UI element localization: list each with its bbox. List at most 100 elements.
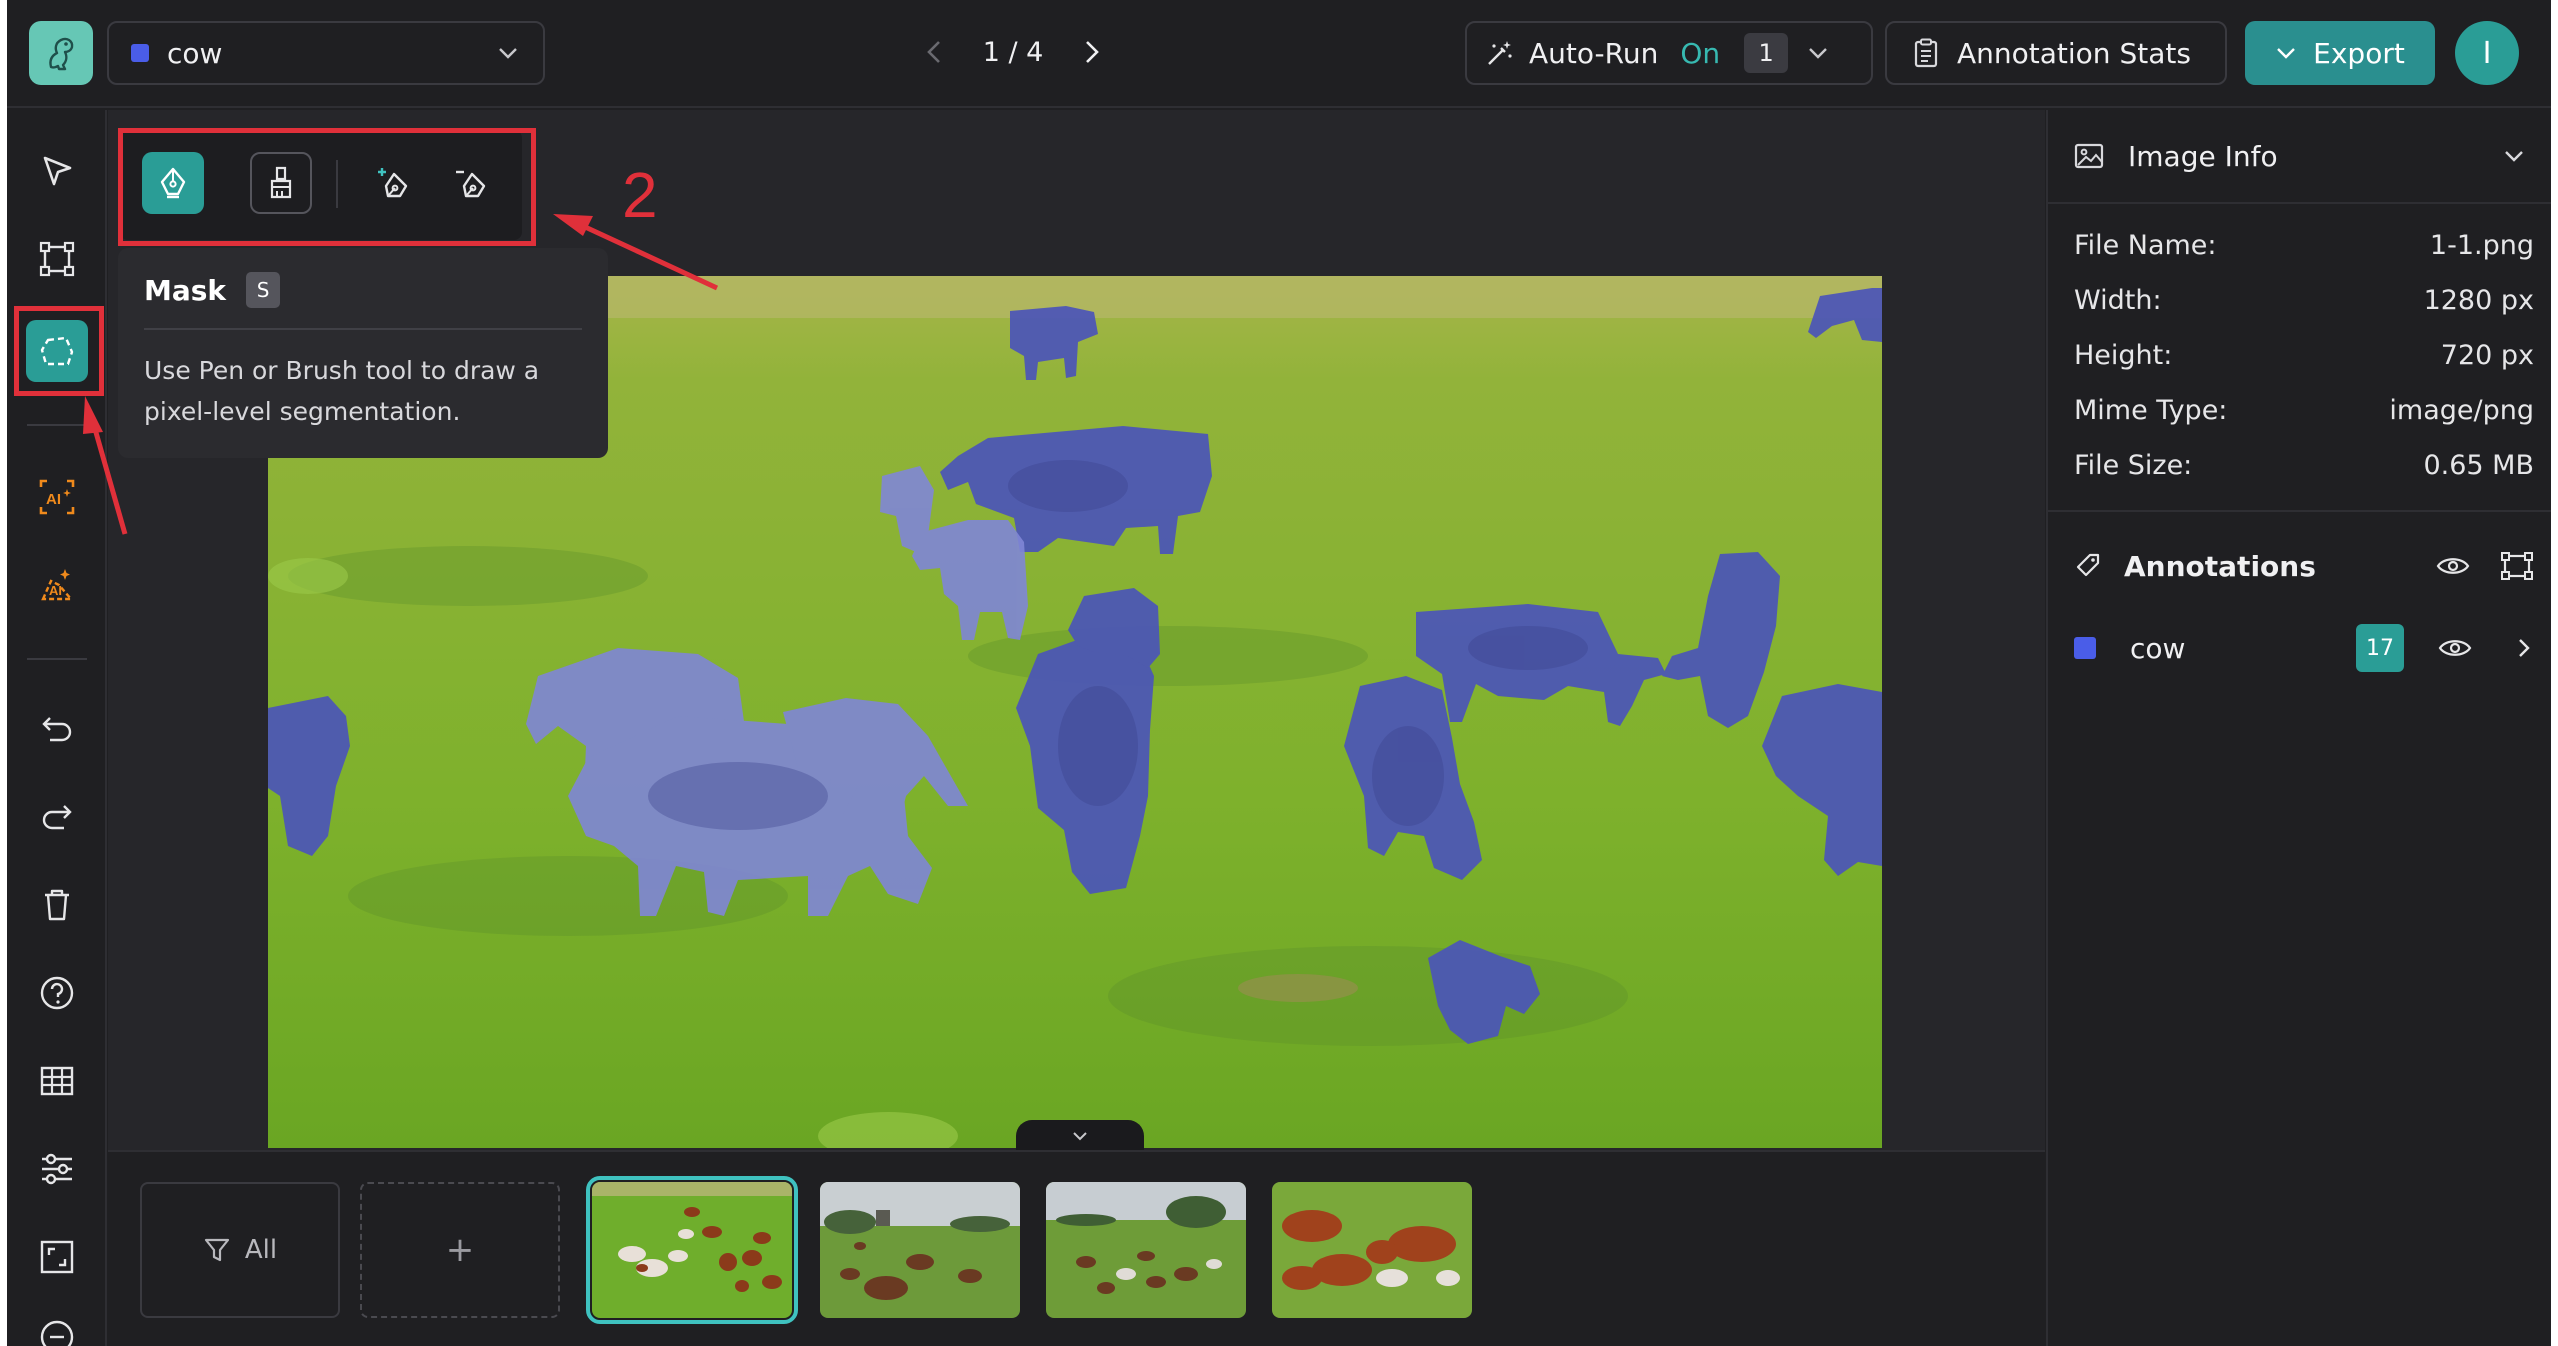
chevron-down-icon (2277, 48, 2296, 59)
next-image-button[interactable] (1063, 24, 1119, 80)
annotation-class-row[interactable]: cow 17 (2074, 618, 2534, 678)
ai-segment-tool-button[interactable]: AI (26, 554, 88, 616)
thumbnail-image (1272, 1182, 1472, 1318)
callout-box-mask-toolbar (118, 128, 536, 246)
chevron-down-icon (2505, 151, 2523, 162)
svg-text:AI: AI (46, 491, 61, 508)
toolbar-divider (27, 424, 87, 426)
delete-button[interactable] (26, 874, 88, 936)
thumbnail-1[interactable] (586, 1176, 798, 1324)
zoom-out-button[interactable] (26, 1306, 88, 1346)
thumbnail-2[interactable] (820, 1182, 1020, 1318)
tooltip-header: Mask S (144, 272, 582, 308)
help-button[interactable] (26, 962, 88, 1024)
settings-sliders-button[interactable] (26, 1138, 88, 1200)
bounding-box-icon (39, 241, 75, 277)
image-info-header[interactable]: Image Info (2048, 110, 2551, 204)
bounding-box-tool-button[interactable] (26, 228, 88, 290)
ai-box-tool-button[interactable]: AI (26, 466, 88, 528)
filter-all-button[interactable]: All (140, 1182, 340, 1318)
filmstrip-collapse-toggle[interactable] (1016, 1120, 1144, 1152)
tooltip-description: Use Pen or Brush tool to draw a pixel-le… (144, 356, 540, 426)
info-label: Width: (2074, 285, 2162, 316)
filter-icon (204, 1238, 229, 1262)
annotation-canvas[interactable]: Mask S Use Pen or Brush tool to draw a p… (108, 110, 2045, 1152)
magic-wand-icon (1488, 41, 1512, 65)
info-label: File Name: (2074, 230, 2217, 261)
thumbnail-image (820, 1182, 1020, 1318)
zoom-out-icon (40, 1320, 74, 1346)
bounding-box-icon[interactable] (2500, 551, 2534, 581)
eye-icon[interactable] (2438, 635, 2472, 661)
user-avatar[interactable]: I (2455, 21, 2519, 85)
chevron-right-icon[interactable] (2514, 635, 2534, 661)
class-selector[interactable]: cow (107, 21, 545, 85)
info-row-height: Height: 720 px (2074, 340, 2534, 380)
toolbar-divider (27, 658, 87, 660)
thumbnail-image (1046, 1182, 1246, 1318)
ai-box-icon: AI (39, 479, 75, 515)
tooltip-title: Mask (144, 273, 227, 307)
info-row-width: Width: 1280 px (2074, 285, 2534, 325)
redo-icon (42, 805, 72, 830)
filter-all-label: All (244, 1235, 278, 1265)
auto-run-label: Auto-Run (1529, 36, 1659, 70)
chevron-right-icon (1086, 41, 1099, 63)
info-value: 1280 px (2423, 285, 2534, 316)
chevron-left-icon (927, 41, 940, 63)
undo-icon (42, 717, 72, 742)
tool-sidebar: AI AI (7, 110, 157, 1346)
redo-button[interactable] (26, 786, 88, 848)
fit-screen-button[interactable] (26, 1226, 88, 1288)
chevron-down-icon[interactable] (1806, 41, 1830, 65)
thumbnail-3[interactable] (1046, 1182, 1246, 1318)
callout-number-2: 2 (622, 159, 658, 231)
app-logo[interactable] (29, 21, 93, 85)
thumbnail-image (592, 1182, 792, 1318)
tag-icon (2076, 553, 2100, 577)
mask-tool-button[interactable] (26, 320, 88, 382)
pointer-icon (43, 156, 72, 186)
trash-icon (45, 889, 69, 921)
dinosaur-logo-icon (49, 37, 74, 71)
undo-button[interactable] (26, 698, 88, 760)
shortcut-key-badge: S (246, 272, 281, 308)
auto-run-count: 1 (1744, 33, 1789, 73)
annotation-class-name: cow (2130, 631, 2186, 665)
annotation-count-badge: 17 (2356, 624, 2404, 672)
chevron-down-icon (499, 48, 517, 59)
mask-icon (40, 336, 74, 366)
ai-sparkle-icon: AI (41, 569, 74, 601)
image-info-title: Image Info (2128, 139, 2278, 173)
annotation-stats-label: Annotation Stats (1957, 36, 2191, 70)
grid-view-button[interactable] (26, 1050, 88, 1112)
chevron-down-icon (1073, 1132, 1087, 1141)
info-value: 720 px (2440, 340, 2534, 371)
top-bar: cow 1 / 4 Auto-Run On 1 Annotation Stats… (7, 0, 2551, 108)
info-label: File Size: (2074, 450, 2193, 481)
grid-icon (40, 1066, 74, 1096)
export-button[interactable]: Export (2245, 21, 2435, 85)
class-selector-label: cow (167, 36, 223, 70)
class-color-swatch (131, 44, 149, 62)
info-value: 1-1.png (2429, 230, 2534, 261)
clipboard-icon (1914, 38, 1938, 68)
auto-run-control[interactable]: Auto-Run On 1 (1465, 21, 1873, 85)
right-panel: Image Info File Name: 1-1.png Width: 128… (2046, 110, 2551, 1346)
tooltip-divider (144, 328, 582, 330)
auto-run-state: On (1680, 36, 1721, 70)
thumbnail-4[interactable] (1272, 1182, 1472, 1318)
export-label: Export (2313, 36, 2405, 70)
app-window: cow 1 / 4 Auto-Run On 1 Annotation Stats… (7, 0, 2551, 1346)
eye-icon[interactable] (2436, 553, 2470, 579)
info-label: Height: (2074, 340, 2173, 371)
info-value: image/png (2389, 395, 2534, 426)
select-tool-button[interactable] (26, 140, 88, 202)
add-image-button[interactable]: + (360, 1182, 560, 1318)
annotation-stats-button[interactable]: Annotation Stats (1885, 21, 2227, 85)
annotations-title: Annotations (2124, 549, 2316, 583)
image-icon (2074, 143, 2104, 169)
previous-image-button[interactable] (907, 24, 963, 80)
mask-tool-tooltip: Mask S Use Pen or Brush tool to draw a p… (118, 248, 608, 458)
help-icon (40, 976, 74, 1010)
